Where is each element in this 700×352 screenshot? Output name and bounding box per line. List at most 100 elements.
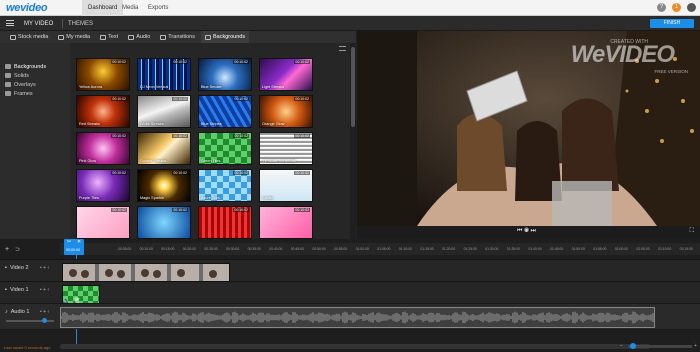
audio-clip[interactable] xyxy=(60,307,655,328)
grid-scrollbar[interactable] xyxy=(350,43,356,239)
project-title[interactable]: MY VIDEO xyxy=(24,21,53,27)
thumbnail-duration: 00:10:02 xyxy=(172,97,188,101)
waveform-path xyxy=(61,311,654,324)
thumbnail-duration: 00:10:02 xyxy=(233,134,249,138)
background-thumbnail[interactable]: 00:10:02 DJ Neon Vertical xyxy=(137,58,191,91)
track-name: Video 2 xyxy=(9,265,29,271)
ruler-tick: 01:40:00 xyxy=(528,247,542,251)
sidebar-item-label: Overlays xyxy=(14,81,36,88)
background-thumbnail[interactable]: 00:10:02 xyxy=(76,206,130,239)
ruler-tick: 00:20:00 xyxy=(182,247,196,251)
themes-link[interactable]: THEMES xyxy=(68,21,93,27)
folder-icon xyxy=(5,91,11,96)
clip-delete-icon[interactable]: 🗑 xyxy=(74,298,80,304)
ruler-tick: 00:05:00 xyxy=(118,247,132,251)
zoom-out-icon[interactable]: − xyxy=(620,343,623,349)
ruler-tick: 00:55:00 xyxy=(334,247,348,251)
playhead-marker[interactable]: 00:00:00 ✂ ✕ xyxy=(64,239,84,255)
thumbnail-name: Red Streaks xyxy=(79,122,100,126)
thumbnail-duration: 00:10:02 xyxy=(172,134,188,138)
nav-media[interactable]: Media xyxy=(116,0,144,16)
background-thumbnail[interactable]: 00:10:02 Green Tiles xyxy=(198,132,252,165)
clip-audio-icon[interactable]: 🔈 xyxy=(63,298,69,304)
thumbnail-name: DJ Neon Vertical xyxy=(140,85,169,89)
help-icon[interactable]: ? xyxy=(657,3,666,12)
magnet-icon[interactable]: ⊃ xyxy=(15,246,20,253)
background-thumbnail[interactable]: 00:10:02 xyxy=(137,206,191,239)
tab-my-media[interactable]: My media xyxy=(54,31,94,43)
tab-transitions[interactable]: Transitions xyxy=(156,31,199,43)
backgrounds-icon xyxy=(204,34,211,40)
ruler-tick: 01:35:00 xyxy=(506,247,520,251)
background-thumbnail[interactable]: 00:10:02 TV Noise Horizontal xyxy=(259,132,313,165)
split-icon[interactable]: ✂ xyxy=(67,239,71,245)
delete-clip-icon[interactable]: ✕ xyxy=(77,239,81,245)
menu-icon[interactable] xyxy=(6,20,14,26)
thumbnail-duration: 00:10:02 xyxy=(233,97,249,101)
tab-text[interactable]: Text xyxy=(96,31,122,43)
sidebar-item-solids[interactable]: Solids xyxy=(0,71,70,80)
tab-stock-media[interactable]: Stock media xyxy=(6,31,52,43)
watermark-bottom: FREE VERSION xyxy=(654,69,688,74)
timeline-scrollbar[interactable] xyxy=(60,344,650,349)
avatar[interactable] xyxy=(687,3,696,12)
skip-forward-icon[interactable]: ⏭ xyxy=(531,228,536,234)
playhead-time: 00:00:00 xyxy=(66,248,80,252)
thumbnail-duration: 00:10:02 xyxy=(111,134,127,138)
play-icon[interactable]: ◉ xyxy=(524,228,529,234)
video-preview[interactable]: CREATED WITH WeVIDEO FREE VERSION xyxy=(357,31,700,226)
volume-slider[interactable] xyxy=(6,318,54,323)
background-thumbnail[interactable]: 00:10:02 Yellow Aurora xyxy=(76,58,130,91)
tab-backgrounds[interactable]: Backgrounds xyxy=(200,31,250,43)
track-controls[interactable]: • + ‹ xyxy=(40,287,49,293)
nav-exports[interactable]: Exports xyxy=(142,0,174,16)
sidebar-item-frames[interactable]: Frames xyxy=(0,89,70,98)
background-thumbnail[interactable]: 00:10:02 White Streaks xyxy=(137,95,191,128)
background-thumbnail[interactable]: 00:10:02 Blue Smoke xyxy=(198,58,252,91)
tab-label: Backgrounds xyxy=(212,34,246,40)
background-thumbnail[interactable]: 00:10:02 Create xyxy=(259,169,313,202)
logo[interactable]: wevideo xyxy=(6,2,48,14)
track-controls[interactable]: • + ‹ xyxy=(40,309,49,315)
background-thumbnail[interactable]: 00:10:02 xyxy=(259,206,313,239)
sidebar-item-overlays[interactable]: Overlays xyxy=(0,80,70,89)
background-thumbnail[interactable]: 00:10:02 Red Streaks xyxy=(76,95,130,128)
finish-button[interactable]: FINISH xyxy=(650,19,694,28)
tab-label: Stock media xyxy=(18,34,49,40)
skip-back-icon[interactable]: ⏮ xyxy=(517,228,522,234)
media-tabs: Stock media My media Text Audio Transitions B… xyxy=(0,31,356,43)
thumbnail-duration: 00:10:02 xyxy=(111,171,127,175)
background-thumbnail[interactable]: 00:10:02 Magic Sparkle xyxy=(137,169,191,202)
thumbnail-name: Green Tiles xyxy=(201,159,221,163)
ruler-tick: 00:45:00 xyxy=(290,247,304,251)
background-thumbnail[interactable]: 00:10:02 Azure Tiles xyxy=(198,169,252,202)
fullscreen-icon[interactable]: ⛶ xyxy=(690,228,694,235)
background-thumbnail[interactable]: 00:10:02 Purple Tiles xyxy=(76,169,130,202)
sidebar-item-backgrounds[interactable]: Backgrounds xyxy=(0,62,70,71)
notification-icon[interactable]: 1 xyxy=(672,3,681,12)
add-track-icon[interactable]: + xyxy=(5,246,9,253)
zoom-slider[interactable] xyxy=(628,343,692,349)
timeline-ruler[interactable]: 00:05:00 00:10:00 00:15:00 00:20:00 00:25:00… xyxy=(60,243,700,255)
video2-clips[interactable] xyxy=(62,263,230,282)
music-icon: ♪ xyxy=(5,309,8,315)
track-label: ▪ Video 2 xyxy=(5,265,29,271)
ruler-tick: 02:15:00 xyxy=(679,247,693,251)
ruler-tick: 00:40:00 xyxy=(269,247,283,251)
ruler-tick: 02:05:00 xyxy=(636,247,650,251)
media-grid: 00:10:02 Yellow Aurora 00:10:02 DJ Neon Ver… xyxy=(76,58,313,239)
list-view-icon[interactable] xyxy=(339,46,346,51)
background-thumbnail[interactable]: 00:10:02 Light Streaks xyxy=(259,58,313,91)
transitions-icon xyxy=(160,34,167,40)
zoom-in-icon[interactable]: + xyxy=(694,343,697,349)
background-thumbnail[interactable]: 00:10:02 xyxy=(198,206,252,239)
background-thumbnail[interactable]: 00:10:02 Pink Glow xyxy=(76,132,130,165)
thumbnail-duration: 00:10:02 xyxy=(111,208,127,212)
sidebar-item-label: Backgrounds xyxy=(14,63,47,70)
tab-audio[interactable]: Audio xyxy=(124,31,154,43)
thumbnail-duration: 00:10:02 xyxy=(172,171,188,175)
background-thumbnail[interactable]: 00:10:02 Blue Stripes xyxy=(198,95,252,128)
track-controls[interactable]: • + ‹ xyxy=(40,265,49,271)
background-thumbnail[interactable]: 00:10:02 Orange Glow xyxy=(259,95,313,128)
background-thumbnail[interactable]: 00:10:02 Golden Streaks xyxy=(137,132,191,165)
